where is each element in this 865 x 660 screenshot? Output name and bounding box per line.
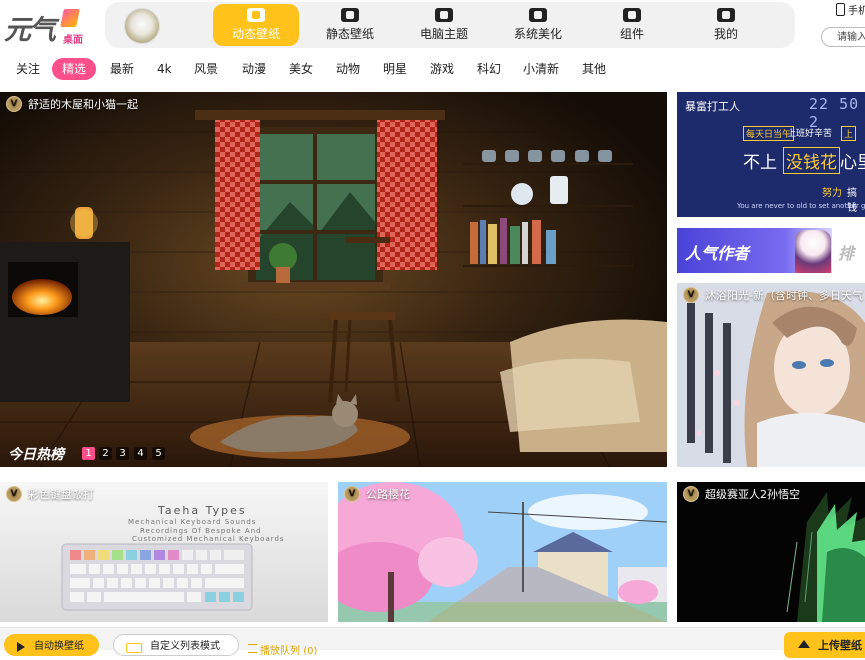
tab-label: 静态壁纸 — [325, 27, 374, 41]
page-dot-2[interactable]: 2 — [99, 447, 112, 460]
page-dot-1[interactable]: 1 — [82, 447, 95, 460]
vip-badge-icon: V — [6, 486, 22, 502]
wallpaper-card-goku[interactable]: V 超级赛亚人2孙悟空 — [677, 482, 865, 622]
banner-headline: 不上 — [743, 153, 777, 173]
play-queue-count: (0) — [303, 646, 318, 657]
banner-slogan: 努力 — [822, 188, 842, 199]
tab-static-wallpaper[interactable]: 静态壁纸 — [307, 4, 393, 46]
girl-illustration-image — [677, 283, 865, 467]
keyboard-image — [61, 543, 253, 611]
wallpaper-card-sakura-road[interactable]: V 公路樱花 — [338, 482, 667, 622]
wallpaper-card-keyboard[interactable]: Taeha Types Mechanical Keyboard Sounds R… — [0, 482, 328, 622]
card-title-text: 超级赛亚人2孙悟空 — [705, 488, 800, 501]
sakura-road-image — [338, 482, 667, 622]
category-bar: 关注 精选 最新 4k 风景 动漫 美女 动物 明星 游戏 科幻 小清新 其他 — [0, 58, 865, 82]
app-logo[interactable]: 元气 桌面 — [4, 6, 86, 46]
category-scifi[interactable]: 科幻 — [467, 58, 511, 80]
category-4k[interactable]: 4k — [147, 58, 182, 80]
banner-tag: 上班好辛苦 — [787, 129, 833, 139]
card-title-text: 沐浴阳光-新（含时钟、多日天气 — [705, 289, 863, 302]
hero-wallpaper-card[interactable]: V 舒适的木屋和小猫一起 — [0, 92, 667, 467]
logo-mark-icon — [60, 9, 80, 27]
category-featured[interactable]: 精选 — [52, 58, 97, 80]
card-title-text: 彩色键盘敲打 — [28, 488, 94, 501]
cabin-scene-image — [0, 92, 667, 467]
vip-badge-icon: V — [683, 486, 699, 502]
tab-label: 动态壁纸 — [231, 27, 280, 41]
category-follow[interactable]: 关注 — [6, 58, 50, 80]
tab-label: 我的 — [713, 27, 738, 41]
banner-popular-authors[interactable]: 人气作者 — [677, 228, 832, 273]
banner-author-text: 人气作者 — [685, 244, 750, 263]
wallpaper-card-sunshine[interactable]: V 沐浴阳光-新（含时钟、多日天气 — [677, 283, 865, 467]
banner-rich-worker[interactable]: 暴富打工人 22 50 2 每天日当午 上班好辛苦 上 不上 没钱花 心里 努力… — [677, 92, 865, 217]
widget-icon — [623, 8, 641, 22]
card-title: V 公路樱花 — [344, 486, 410, 502]
tab-system-beautify[interactable]: 系统美化 — [495, 4, 581, 46]
card-title-text: 公路樱花 — [366, 488, 410, 501]
banner-headline: 心里 — [840, 153, 865, 173]
page-dot-5[interactable]: 5 — [152, 447, 165, 460]
vip-badge-icon: V — [683, 287, 699, 303]
play-queue-link[interactable]: 播放队列 (0) — [248, 642, 317, 657]
banner-title: 暴富打工人 — [685, 100, 740, 113]
tab-dynamic-wallpaper[interactable]: 动态壁纸 — [213, 4, 299, 46]
logo-subtext: 桌面 — [63, 35, 83, 46]
shirt-icon — [435, 8, 453, 22]
vip-badge-icon: V — [344, 486, 360, 502]
upload-wallpaper-button[interactable]: 上传壁纸 — [784, 632, 865, 658]
category-stars[interactable]: 明星 — [373, 58, 417, 80]
logo-text: 元气 — [4, 15, 56, 46]
card-title: V 超级赛亚人2孙悟空 — [683, 486, 800, 502]
hero-title: V 舒适的木屋和小猫一起 — [6, 96, 138, 112]
card-title: V 沐浴阳光-新（含时钟、多日天气 — [683, 287, 863, 303]
mobile-label: 手机 — [848, 6, 865, 17]
banner-rank-text[interactable]: 排 — [838, 240, 854, 264]
user-card-icon — [717, 8, 735, 22]
flower-icon — [529, 8, 547, 22]
tab-mine[interactable]: 我的 — [683, 4, 769, 46]
tab-pc-theme[interactable]: 电脑主题 — [401, 4, 487, 46]
search-input[interactable]: 请输入 — [821, 27, 865, 47]
card-title: V 彩色键盘敲打 — [6, 486, 94, 502]
category-anime[interactable]: 动漫 — [232, 58, 276, 80]
tab-label: 系统美化 — [513, 27, 562, 41]
banner-tag: 上 — [841, 126, 857, 141]
category-animals[interactable]: 动物 — [326, 58, 370, 80]
tab-widgets[interactable]: 组件 — [589, 4, 675, 46]
custom-list-mode-button[interactable]: 自定义列表模式 — [113, 634, 239, 656]
page-dot-3[interactable]: 3 — [116, 447, 129, 460]
tab-label: 组件 — [619, 27, 644, 41]
banner-quote: You are never to old to set another goal — [737, 202, 865, 210]
banner-headline: 没钱花 — [783, 147, 840, 174]
user-avatar[interactable] — [124, 8, 160, 44]
category-beauty[interactable]: 美女 — [279, 58, 323, 80]
page-dot-4[interactable]: 4 — [134, 447, 147, 460]
category-other[interactable]: 其他 — [572, 58, 616, 80]
author-illustration — [795, 230, 831, 273]
video-icon — [247, 8, 265, 22]
category-games[interactable]: 游戏 — [420, 58, 464, 80]
mobile-link[interactable]: 手机 — [836, 2, 865, 17]
hero-title-text: 舒适的木屋和小猫一起 — [28, 98, 138, 111]
image-icon — [341, 8, 359, 22]
phone-icon — [836, 3, 845, 16]
vip-badge-icon: V — [6, 96, 22, 112]
tab-label: 电脑主题 — [419, 27, 468, 41]
category-scenery[interactable]: 风景 — [184, 58, 228, 80]
hot-list-label: 今日热榜 — [8, 447, 64, 463]
play-queue-label: 播放队列 — [260, 646, 300, 657]
category-latest[interactable]: 最新 — [100, 58, 144, 80]
category-fresh[interactable]: 小清新 — [513, 58, 569, 80]
auto-change-wallpaper-button[interactable]: 自动换壁纸 — [4, 634, 99, 656]
goku-image — [677, 482, 865, 622]
